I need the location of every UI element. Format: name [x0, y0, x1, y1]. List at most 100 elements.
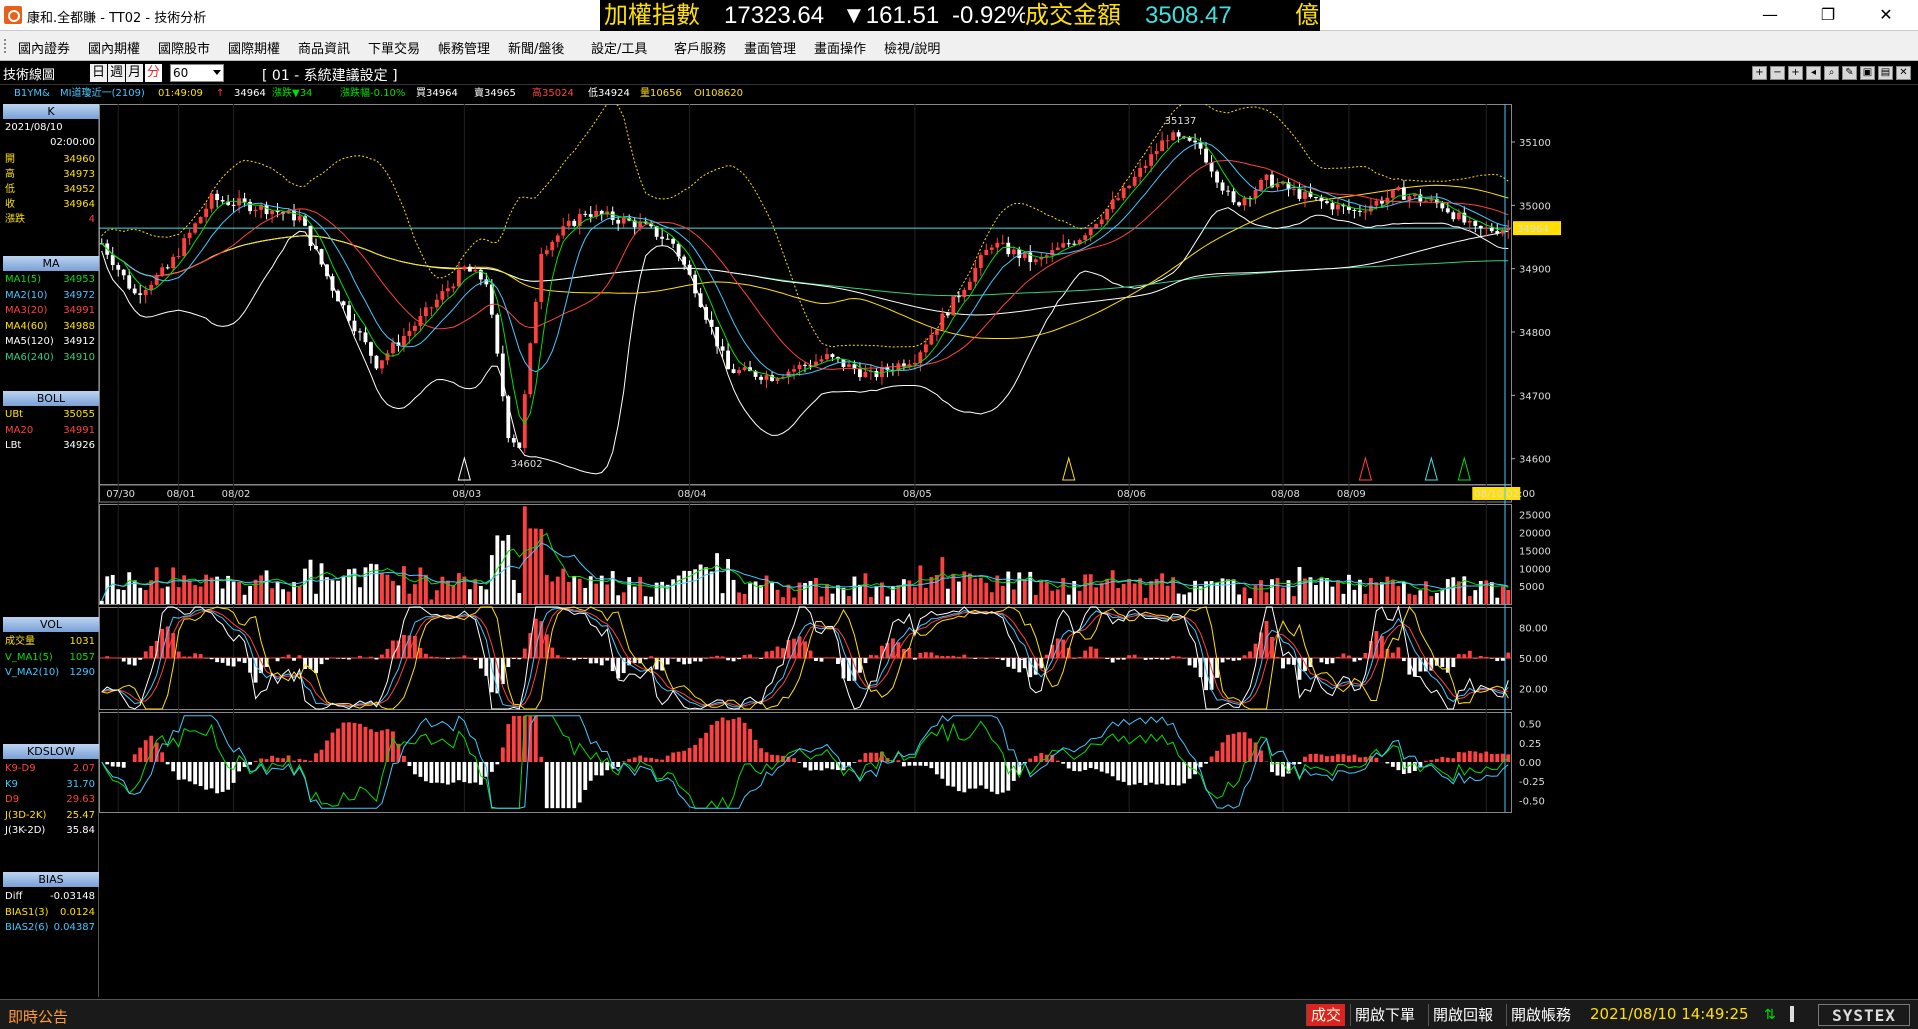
- volume-bar: [451, 584, 456, 604]
- candle-body: [1407, 196, 1412, 200]
- candle-body: [1451, 212, 1456, 220]
- deal-button[interactable]: 成交: [1306, 1004, 1346, 1026]
- candle-body: [1368, 205, 1373, 212]
- candle-body: [511, 438, 516, 443]
- bias-histogram-bar: [193, 762, 198, 785]
- volume-bar: [566, 581, 571, 604]
- menu-item[interactable]: 國內證券: [18, 38, 70, 57]
- bias-histogram-bar: [1226, 734, 1230, 762]
- kd-histogram-bar: [1281, 658, 1285, 669]
- kd-histogram-bar: [1088, 646, 1093, 658]
- close-button[interactable]: ✕: [1864, 2, 1908, 28]
- bias-histogram-bar: [1083, 762, 1088, 770]
- kd-histogram-bar: [138, 658, 143, 660]
- kd-histogram-bar: [660, 658, 665, 671]
- setting-label[interactable]: [ 01 - 系統建議設定 ]: [262, 65, 398, 85]
- bias-histogram-bar: [869, 752, 873, 762]
- candle-body: [544, 250, 549, 254]
- bias-histogram-bar: [182, 762, 187, 780]
- tab-minute[interactable]: 分: [145, 64, 163, 82]
- open-report-button[interactable]: 開啟回報: [1428, 1004, 1497, 1026]
- candle-body: [1440, 203, 1445, 209]
- announcement-button[interactable]: 即時公告: [8, 1006, 68, 1027]
- menu-item[interactable]: 畫面操作: [814, 38, 866, 57]
- open-account-button[interactable]: 開啟帳務: [1506, 1004, 1575, 1026]
- candle-body: [270, 210, 274, 215]
- volume-bar: [121, 590, 126, 604]
- volume-bar: [544, 575, 549, 604]
- candle-body: [1127, 185, 1132, 188]
- volume-bar: [748, 583, 752, 604]
- close-panel-icon[interactable]: ✕: [1896, 66, 1911, 80]
- bias-histogram-bar: [572, 762, 577, 809]
- search-icon[interactable]: ⌕: [1824, 66, 1839, 80]
- vol-label: 成交量: [5, 636, 35, 647]
- kd-histogram-bar: [105, 656, 110, 658]
- open-order-button[interactable]: 開啟下單: [1350, 1004, 1419, 1026]
- save-icon[interactable]: ▣: [1860, 66, 1875, 80]
- bias-tick-label: 0.50: [1519, 720, 1541, 731]
- candle-body: [984, 249, 989, 256]
- kd-histogram-bar: [737, 658, 741, 660]
- tab-month[interactable]: 月: [126, 64, 144, 82]
- bias-histogram-bar: [253, 760, 258, 762]
- bias-histogram-bar: [621, 761, 626, 762]
- ma240-line: [101, 235, 1509, 297]
- bias-histogram-bar: [1319, 754, 1324, 762]
- bias-histogram-bar: [1330, 755, 1335, 762]
- candle-body: [830, 354, 835, 358]
- menu-item[interactable]: 畫面管理: [744, 38, 796, 57]
- candle-body: [1478, 225, 1483, 229]
- menu-item[interactable]: 設定/工具: [591, 38, 647, 57]
- bias-histogram-bar: [1160, 762, 1165, 784]
- minimize-button[interactable]: —: [1748, 2, 1792, 28]
- menu-item[interactable]: 檢視/說明: [884, 38, 940, 57]
- info-low: 低34924: [588, 88, 630, 99]
- bias-histogram-bar: [445, 762, 450, 785]
- candle-body: [1000, 242, 1005, 244]
- bias-histogram-bar: [1077, 762, 1082, 772]
- candle-body: [187, 232, 192, 239]
- technical-chart[interactable]: 07/30 08/01 08/02 08/03 08/04 08/05 08/06 08/08…: [99, 104, 1918, 997]
- candle-body: [1132, 176, 1137, 186]
- menu-item[interactable]: 國際期權: [228, 38, 280, 57]
- menu-item[interactable]: 商品資訊: [298, 38, 350, 57]
- menu-item[interactable]: 國內期權: [88, 38, 140, 57]
- candle-body: [336, 290, 340, 302]
- volume-bar: [303, 568, 307, 604]
- candle-body: [1011, 249, 1016, 255]
- boll-lower-line: [101, 207, 1509, 475]
- candle-body: [325, 264, 329, 277]
- volume-bar: [1319, 578, 1324, 604]
- scroll-left-icon[interactable]: ◂: [1806, 66, 1821, 80]
- tab-day[interactable]: 日: [90, 64, 108, 82]
- draw-icon[interactable]: ✎: [1842, 66, 1857, 80]
- volume-bar: [1440, 589, 1445, 604]
- menu-item[interactable]: 帳務管理: [438, 38, 490, 57]
- candle-body: [1033, 259, 1038, 263]
- print-icon[interactable]: ▤: [1878, 66, 1893, 80]
- menu-item[interactable]: 下單交易: [368, 38, 420, 57]
- zoom-out-icon[interactable]: −: [1770, 66, 1785, 80]
- tab-week[interactable]: 週: [108, 64, 126, 82]
- crosshair-icon[interactable]: +: [1752, 66, 1767, 80]
- bias-histogram-bar: [1451, 758, 1456, 762]
- last-price-label: 34964: [1517, 224, 1549, 235]
- maximize-button[interactable]: ❐: [1806, 2, 1850, 28]
- interval-select[interactable]: 60: [170, 64, 224, 82]
- menu-item[interactable]: 客戶服務: [674, 38, 726, 57]
- zoom-in-icon[interactable]: +: [1788, 66, 1803, 80]
- high-price-label: 35137: [1165, 116, 1197, 127]
- menu-item[interactable]: 國際股市: [158, 38, 210, 57]
- kd-histogram-bar: [698, 658, 703, 662]
- candle-body: [473, 269, 478, 272]
- volume-bar: [1445, 579, 1450, 604]
- bias-histogram-bar: [500, 747, 505, 762]
- bias-histogram-bar: [665, 755, 670, 762]
- volume-bar: [264, 570, 269, 604]
- volume-bar: [1407, 593, 1412, 604]
- volume-tick-label: 25000: [1519, 511, 1551, 522]
- menu-item[interactable]: 新聞/盤後: [508, 38, 564, 57]
- volume-bar: [978, 577, 983, 604]
- bias-histogram-bar: [264, 759, 269, 762]
